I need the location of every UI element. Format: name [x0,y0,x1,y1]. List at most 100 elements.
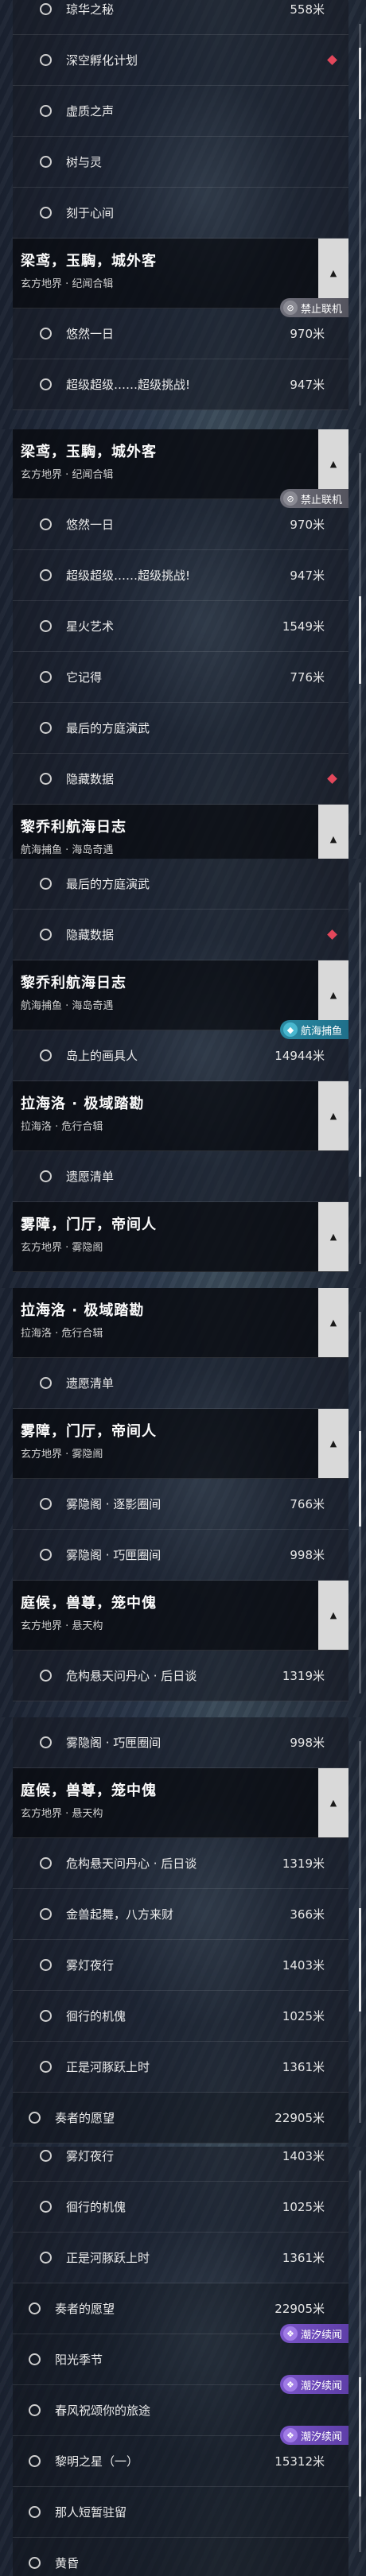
scrollbar-thumb[interactable] [359,1908,361,2012]
quest-subitem[interactable]: 悠然一日 970米 ⊘ 禁止联机 [13,298,348,359]
radio-circle-icon[interactable] [29,2455,41,2467]
quest-subitem[interactable]: 琼华之秘 558米 [13,0,348,35]
quest-subitem[interactable]: 超级超级……超级挑战! 947米 [13,550,348,601]
quest-item[interactable]: 奏者的愿望 22905米 [13,2093,348,2143]
scrollbar-track[interactable] [359,24,361,405]
quest-subitem[interactable]: 金兽起舞，八方来财 366米 [13,1889,348,1940]
scrollbar-track[interactable] [359,1741,361,2123]
collapse-toggle-button[interactable]: ▲ [318,1768,348,1837]
radio-circle-icon[interactable] [40,518,52,530]
quest-subitem[interactable]: 徊行的机傀 1025米 [13,1991,348,2042]
radio-circle-icon[interactable] [40,156,52,168]
quest-group-header[interactable]: 拉海洛 · 极域踏勘 拉海洛 · 危行合辑 ▲ [13,1081,348,1151]
radio-circle-icon[interactable] [40,1549,52,1561]
quest-subitem[interactable]: 它记得 776米 [13,652,348,703]
quest-subitem[interactable]: 最后的方庭演武 [13,859,348,910]
collapse-toggle-button[interactable]: ▲ [318,805,348,859]
radio-circle-icon[interactable] [40,569,52,581]
radio-circle-icon[interactable] [40,620,52,632]
collapse-toggle-button[interactable]: ▲ [318,1202,348,1271]
quest-subitem[interactable]: 遗愿清单 [13,1358,348,1409]
scrollbar-thumb[interactable] [359,2377,361,2496]
radio-circle-icon[interactable] [40,1908,52,1920]
radio-circle-icon[interactable] [40,3,52,15]
radio-circle-icon[interactable] [29,2353,41,2365]
quest-item[interactable]: 黄昏 [13,2538,348,2576]
quest-group-header[interactable]: 雾障，门厅，帝间人 玄方地界 · 雾隐阁 ▲ [13,1202,348,1272]
radio-circle-icon[interactable] [29,2112,41,2124]
quest-group-header[interactable]: 拉海洛 · 极域踏勘 拉海洛 · 危行合辑 ▲ [13,1288,348,1358]
collapse-toggle-button[interactable]: ▲ [318,1081,348,1150]
radio-circle-icon[interactable] [40,54,52,66]
radio-circle-icon[interactable] [29,2404,41,2416]
quest-subitem[interactable]: 虚质之声 [13,86,348,137]
radio-circle-icon[interactable] [40,2010,52,2022]
radio-circle-icon[interactable] [40,2201,52,2213]
collapse-toggle-button[interactable]: ▲ [318,429,348,499]
collapse-toggle-button[interactable]: ▲ [318,239,348,308]
scrollbar-thumb[interactable] [359,596,361,684]
radio-circle-icon[interactable] [40,207,52,219]
quest-group-header[interactable]: 庭候，兽尊，笼中傀 玄方地界 · 悬天构 ▲ [13,1768,348,1838]
collapse-toggle-button[interactable]: ▲ [318,1288,348,1357]
radio-circle-icon[interactable] [40,773,52,785]
collapse-toggle-button[interactable]: ▲ [318,1581,348,1650]
radio-circle-icon[interactable] [40,105,52,117]
quest-group-header[interactable]: 雾障，门厅，帝间人 玄方地界 · 雾隐阁 ▲ [13,1409,348,1479]
quest-subitem[interactable]: 徊行的机傀 1025米 [13,2182,348,2233]
quest-item[interactable]: 那人短暂驻留 [13,2487,348,2538]
radio-circle-icon[interactable] [40,328,52,339]
scrollbar-thumb[interactable] [359,48,361,119]
quest-item[interactable]: 黎明之星（一） 15312米 ❖ 潮汐续闻 [13,2426,348,2487]
quest-group-header[interactable]: 庭候，兽尊，笼中傀 玄方地界 · 悬天构 ▲ [13,1581,348,1651]
radio-circle-icon[interactable] [40,1670,52,1682]
radio-circle-icon[interactable] [40,2061,52,2073]
radio-circle-icon[interactable] [40,722,52,734]
quest-subitem[interactable]: 危构悬天问丹心 · 后日谈 1319米 [13,1838,348,1889]
quest-subitem[interactable]: 星火艺术 1549米 [13,601,348,652]
collapse-toggle-button[interactable]: ▲ [318,960,348,1030]
quest-subitem[interactable]: 隐藏数据 [13,910,348,960]
quest-group-header[interactable]: 黎乔利航海日志 航海捕鱼 · 海岛奇遇 ▲ [13,805,348,859]
radio-circle-icon[interactable] [40,1049,52,1061]
collapse-toggle-button[interactable]: ▲ [318,1409,348,1478]
quest-subitem[interactable]: 雾灯夜行 1403米 [13,2147,348,2182]
radio-circle-icon[interactable] [40,1377,52,1389]
radio-circle-icon[interactable] [40,671,52,683]
quest-subitem[interactable]: 岛上的画具人 14944米 ◆ 航海捕鱼 [13,1020,348,1081]
radio-circle-icon[interactable] [40,1170,52,1182]
quest-subitem[interactable]: 正是河豚跃上时 1361米 [13,2042,348,2093]
quest-subitem[interactable]: 隐藏数据 [13,754,348,805]
radio-circle-icon[interactable] [40,878,52,890]
radio-circle-icon[interactable] [40,1959,52,1971]
quest-subitem[interactable]: 遗愿清单 [13,1151,348,1202]
radio-circle-icon[interactable] [40,1736,52,1748]
scrollbar-track[interactable] [359,883,361,1264]
quest-subitem[interactable]: 刻于心间 [13,188,348,239]
radio-circle-icon[interactable] [40,2252,52,2264]
quest-subitem[interactable]: 雾灯夜行 1403米 [13,1940,348,1991]
quest-subitem[interactable]: 超级超级……超级挑战! 947米 [13,359,348,410]
quest-subitem[interactable]: 雾隐阁 · 逐影圈间 766米 [13,1479,348,1530]
quest-subitem[interactable]: 悠然一日 970米 ⊘ 禁止联机 [13,489,348,550]
quest-subitem[interactable]: 树与灵 [13,137,348,188]
quest-subitem[interactable]: 深空孵化计划 [13,35,348,86]
radio-circle-icon[interactable] [29,2302,41,2314]
quest-subitem[interactable]: 正是河豚跃上时 1361米 [13,2233,348,2283]
quest-subitem[interactable]: 雾隐阁 · 巧匣圈间 998米 [13,1530,348,1581]
radio-circle-icon[interactable] [29,2506,41,2518]
radio-circle-icon[interactable] [40,1857,52,1869]
quest-subitem[interactable]: 雾隐阁 · 巧匣圈间 998米 [13,1717,348,1768]
quest-subitem[interactable]: 危构悬天问丹心 · 后日谈 1319米 [13,1651,348,1701]
radio-circle-icon[interactable] [40,2150,52,2162]
scrollbar-track[interactable] [359,2171,361,2552]
scrollbar-thumb[interactable] [359,1431,361,1527]
scrollbar-thumb[interactable] [359,1089,361,1177]
radio-circle-icon[interactable] [29,2557,41,2569]
radio-circle-icon[interactable] [40,1498,52,1510]
scrollbar-track[interactable] [359,1312,361,1693]
scrollbar-track[interactable] [359,453,361,835]
quest-subitem[interactable]: 最后的方庭演武 [13,703,348,754]
radio-circle-icon[interactable] [40,929,52,941]
radio-circle-icon[interactable] [40,378,52,390]
